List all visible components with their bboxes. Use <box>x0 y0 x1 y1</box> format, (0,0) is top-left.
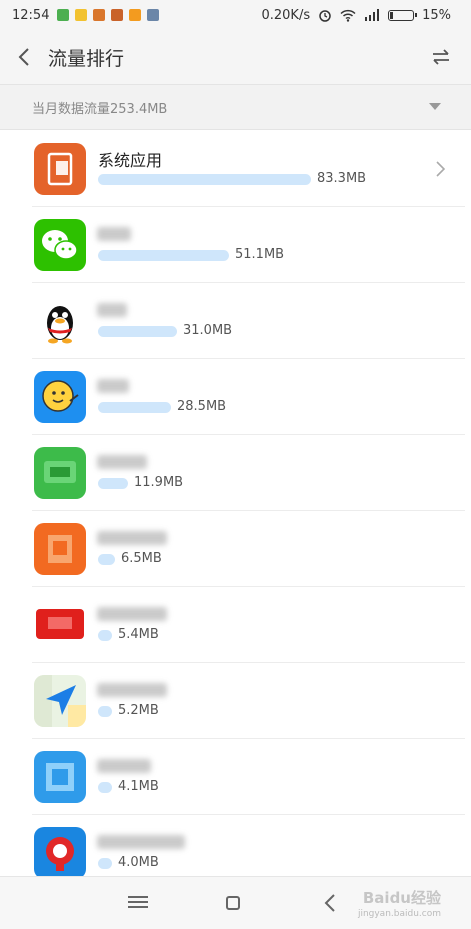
app-name: 系统应用 <box>98 151 163 170</box>
app-name-redacted <box>97 227 131 241</box>
blue-app-icon <box>34 751 86 803</box>
app-name-redacted <box>97 303 127 317</box>
usage-bar <box>98 858 112 869</box>
photo-icon <box>129 9 142 21</box>
usage-bar <box>98 250 229 261</box>
watermark-sub: jingyan.baidu.com <box>357 909 441 919</box>
app-usage-list: 系统应用 83.3MB 51.1MB 31.0MB 28.5MB 11.9MB 6.5MB 5… <box>0 131 471 891</box>
monthly-data-summary[interactable]: 当月数据流量253.4MB <box>0 84 471 130</box>
usage-bar <box>98 630 112 641</box>
app-row[interactable]: 28.5MB <box>0 359 471 435</box>
app-name-redacted <box>97 455 147 469</box>
battery-level <box>390 11 394 19</box>
wechat-icon <box>34 219 86 271</box>
railway-app-icon <box>34 827 86 879</box>
app-name-redacted <box>97 379 129 393</box>
usage-value: 4.0MB <box>118 855 159 870</box>
app-row[interactable]: 5.2MB <box>0 663 471 739</box>
status-bar: 12:54 0.20K/s 15% <box>0 0 471 30</box>
app-name-redacted <box>97 683 167 697</box>
usage-bar <box>98 326 177 337</box>
swap-arrows-icon <box>433 49 449 65</box>
caret-down-icon[interactable] <box>429 103 441 110</box>
game-icon-a <box>93 9 106 21</box>
alarm-icon <box>319 10 331 22</box>
battery-percent: 15% <box>422 7 451 23</box>
usage-value: 28.5MB <box>177 399 227 414</box>
game-icon-b <box>111 9 124 21</box>
status-left: 12:54 <box>0 7 160 23</box>
net-speed: 0.20K/s <box>261 7 311 23</box>
usage-value: 51.1MB <box>235 247 285 262</box>
app-name-redacted <box>97 835 185 849</box>
orange-app-icon <box>34 523 86 575</box>
usage-bar <box>98 706 112 717</box>
usage-bar <box>98 554 115 565</box>
red-app-icon <box>34 599 86 651</box>
app-row[interactable]: 系统应用 83.3MB <box>0 131 471 207</box>
menu-icon[interactable] <box>128 894 148 912</box>
usage-value: 6.5MB <box>121 551 162 566</box>
usage-value: 4.1MB <box>118 779 159 794</box>
app-name-redacted <box>97 759 151 773</box>
usage-bar <box>98 402 171 413</box>
calendar-icon <box>147 9 160 21</box>
battery-icon <box>388 9 418 21</box>
back-icon[interactable] <box>324 894 336 912</box>
usage-bar <box>98 478 128 489</box>
qq-penguin-icon <box>34 295 86 347</box>
back-button[interactable] <box>0 30 48 84</box>
usage-value: 31.0MB <box>183 323 233 338</box>
usage-value: 11.9MB <box>134 475 184 490</box>
sort-toggle-button[interactable] <box>411 30 471 84</box>
app-row[interactable]: 11.9MB <box>0 435 471 511</box>
status-time: 12:54 <box>12 7 50 23</box>
app-name-redacted <box>97 531 167 545</box>
page-title: 流量排行 <box>48 47 125 70</box>
home-icon[interactable] <box>226 896 240 910</box>
system-apps-icon <box>34 143 86 195</box>
app-row[interactable]: 4.1MB <box>0 739 471 815</box>
system-nav-bar: Baidu经验 jingyan.baidu.com <box>0 876 471 929</box>
usage-bar <box>98 174 311 185</box>
wifi-icon <box>340 9 356 22</box>
usage-value: 5.2MB <box>118 703 159 718</box>
green-app-icon <box>34 447 86 499</box>
app-row[interactable]: 6.5MB <box>0 511 471 587</box>
watermark: Baidu经验 <box>362 889 441 907</box>
title-bar: 流量排行 <box>0 30 471 84</box>
app-name-redacted <box>97 607 167 621</box>
usage-value: 5.4MB <box>118 627 159 642</box>
usage-value: 83.3MB <box>317 171 367 186</box>
app-row[interactable]: 31.0MB <box>0 283 471 359</box>
chevron-right-icon <box>436 161 445 177</box>
maps-navigation-icon <box>34 675 86 727</box>
signal-icon <box>365 9 380 21</box>
chick-app-icon <box>34 371 86 423</box>
send-icon <box>57 9 70 21</box>
status-right: 0.20K/s 15% <box>261 8 471 23</box>
monthly-data-usage: 当月数据流量253.4MB <box>32 101 168 117</box>
app-row[interactable]: 51.1MB <box>0 207 471 283</box>
app-icon-yellow <box>75 9 88 21</box>
app-row[interactable]: 5.4MB <box>0 587 471 663</box>
chevron-left-icon <box>18 48 29 66</box>
usage-bar <box>98 782 112 793</box>
